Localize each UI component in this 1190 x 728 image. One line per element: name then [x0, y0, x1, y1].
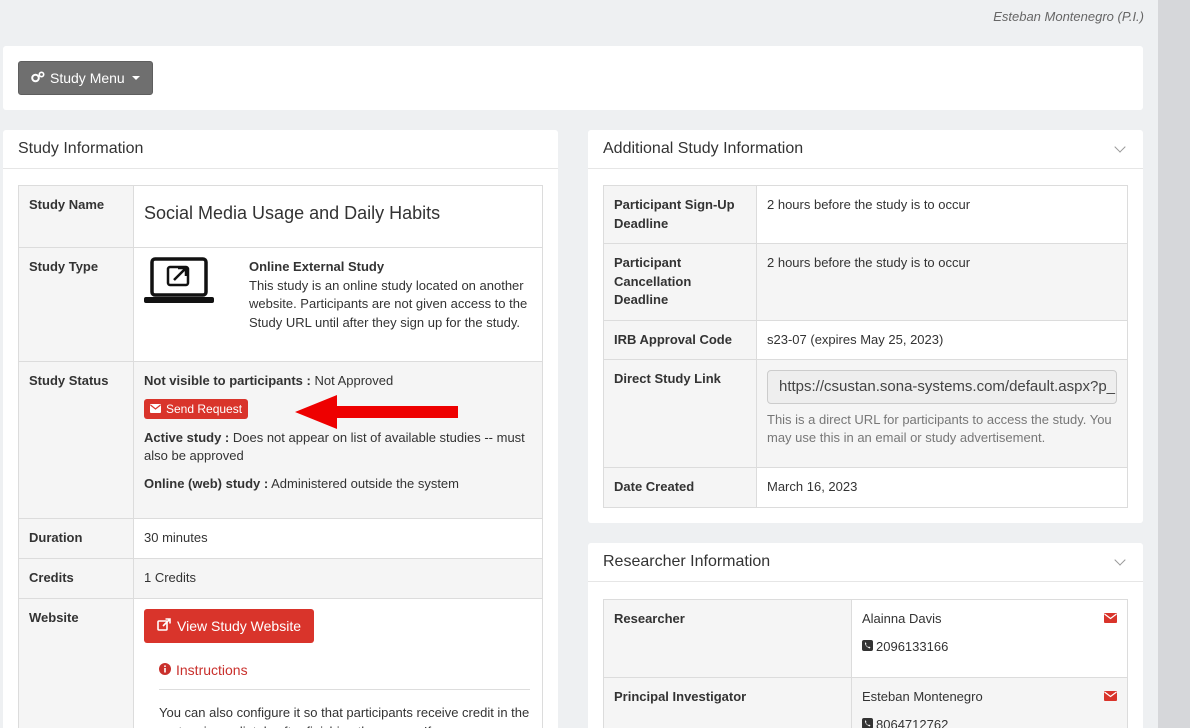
instructions-link[interactable]: Instructions [159, 661, 248, 680]
study-type-description: This study is an online study located on… [249, 277, 528, 330]
table-row: Study Type Online External Study This st… [18, 247, 543, 362]
table-row: Study Status Not visible to participants… [18, 361, 543, 519]
table-row: Date Created March 16, 2023 [603, 467, 1128, 508]
researcher-name: Alainna Davis [862, 611, 942, 626]
researcher-label: Researcher [603, 599, 852, 678]
phone-icon [862, 716, 873, 728]
additional-info-title: Additional Study Information [603, 140, 804, 157]
phone-icon [862, 638, 873, 657]
view-study-website-button[interactable]: View Study Website [144, 608, 314, 643]
pi-name: Esteban Montenegro [862, 689, 983, 704]
direct-link-label: Direct Study Link [603, 359, 757, 468]
table-row: Participant Cancellation Deadline 2 hour… [603, 243, 1128, 321]
table-row: Website View Study Website Instructions … [18, 597, 543, 728]
send-request-label: Send Request [166, 401, 243, 416]
study-status-label: Study Status [18, 361, 134, 519]
website-label: Website [18, 597, 134, 728]
study-menu-button[interactable]: Study Menu [18, 61, 153, 95]
date-created-label: Date Created [603, 467, 757, 508]
table-row: Study Name Social Media Usage and Daily … [18, 185, 543, 248]
duration-label: Duration [18, 518, 134, 559]
researcher-phone: 2096133166 [876, 638, 949, 654]
study-type-title: Online External Study [249, 259, 385, 274]
view-study-website-label: View Study Website [177, 617, 301, 634]
table-row: Researcher Alainna Davis 2096133166 [603, 599, 1128, 678]
credits-label: Credits [18, 557, 134, 599]
table-row: Duration 30 minutes [18, 518, 543, 559]
external-link-icon [157, 617, 171, 634]
online-status-value: Administered outside the system [268, 475, 459, 491]
table-row: Credits 1 Credits [18, 557, 543, 599]
researcher-table: Researcher Alainna Davis 2096133166 Prin… [603, 599, 1128, 728]
credits-value: 1 Credits [133, 557, 543, 599]
page-scrollbar[interactable] [1158, 0, 1190, 728]
table-row: Direct Study Link https://csustan.sona-s… [603, 359, 1128, 468]
caret-down-icon [131, 76, 140, 80]
cancellation-deadline-value: 2 hours before the study is to occur [756, 243, 1128, 321]
visible-status-value: Not Approved [310, 373, 394, 388]
study-info-header: Study Information [3, 130, 558, 169]
active-status-key: Active study : [144, 429, 230, 445]
pi-name-header: Esteban Montenegro (P.I.) [993, 9, 1144, 24]
pi-phone: 8064712762 [876, 716, 949, 728]
study-type-label: Study Type [18, 247, 134, 362]
researcher-info-panel: Researcher Information Researcher Alainn… [588, 543, 1143, 728]
table-row: Principal Investigator Esteban Montenegr… [603, 677, 1128, 728]
table-row: Participant Sign-Up Deadline 2 hours bef… [603, 185, 1128, 244]
signup-deadline-value: 2 hours before the study is to occur [756, 185, 1128, 244]
duration-value: 30 minutes [133, 518, 543, 559]
study-info-table: Study Name Social Media Usage and Daily … [18, 185, 543, 728]
signup-deadline-label: Participant Sign-Up Deadline [603, 185, 757, 244]
online-status-key: Online (web) study : [144, 475, 269, 491]
direct-link-help: This is a direct URL for participants to… [767, 412, 1112, 445]
info-circle-icon [159, 661, 171, 680]
pi-label: Principal Investigator [603, 677, 852, 728]
envelope-icon [150, 402, 161, 416]
irb-code-label: IRB Approval Code [603, 319, 757, 360]
researcher-info-header[interactable]: Researcher Information [588, 543, 1143, 582]
gears-icon [31, 70, 45, 86]
instructions-text: You can also configure it so that partic… [159, 705, 530, 728]
study-info-title: Study Information [18, 140, 144, 157]
study-info-panel: Study Information Study Name Social Medi… [3, 130, 558, 728]
send-request-button[interactable]: Send Request [144, 398, 249, 419]
additional-info-header[interactable]: Additional Study Information [588, 130, 1143, 169]
email-researcher-icon[interactable] [1104, 610, 1117, 629]
divider [159, 689, 530, 690]
additional-info-panel: Additional Study Information Participant… [588, 130, 1143, 523]
chevron-down-icon[interactable] [1114, 554, 1126, 566]
study-name-value: Social Media Usage and Daily Habits [144, 203, 441, 223]
cancellation-deadline-label: Participant Cancellation Deadline [603, 243, 757, 321]
direct-link-field[interactable]: https://csustan.sona-systems.com/default… [767, 370, 1117, 404]
irb-code-value: s23-07 (expires May 25, 2023) [756, 319, 1128, 360]
table-row: IRB Approval Code s23-07 (expires May 25… [603, 319, 1128, 360]
laptop-external-link-icon [144, 257, 214, 311]
researcher-info-title: Researcher Information [603, 553, 771, 570]
chevron-down-icon[interactable] [1114, 141, 1126, 153]
toolbar-panel: Study Menu [3, 46, 1143, 110]
additional-info-table: Participant Sign-Up Deadline 2 hours bef… [603, 185, 1128, 508]
study-menu-label: Study Menu [50, 70, 125, 86]
visible-status-key: Not visible to participants : [144, 373, 311, 388]
red-arrow-annotation [295, 395, 461, 432]
study-name-label: Study Name [18, 185, 134, 248]
instructions-label: Instructions [176, 661, 248, 678]
date-created-value: March 16, 2023 [756, 467, 1128, 508]
email-pi-icon[interactable] [1104, 688, 1117, 707]
